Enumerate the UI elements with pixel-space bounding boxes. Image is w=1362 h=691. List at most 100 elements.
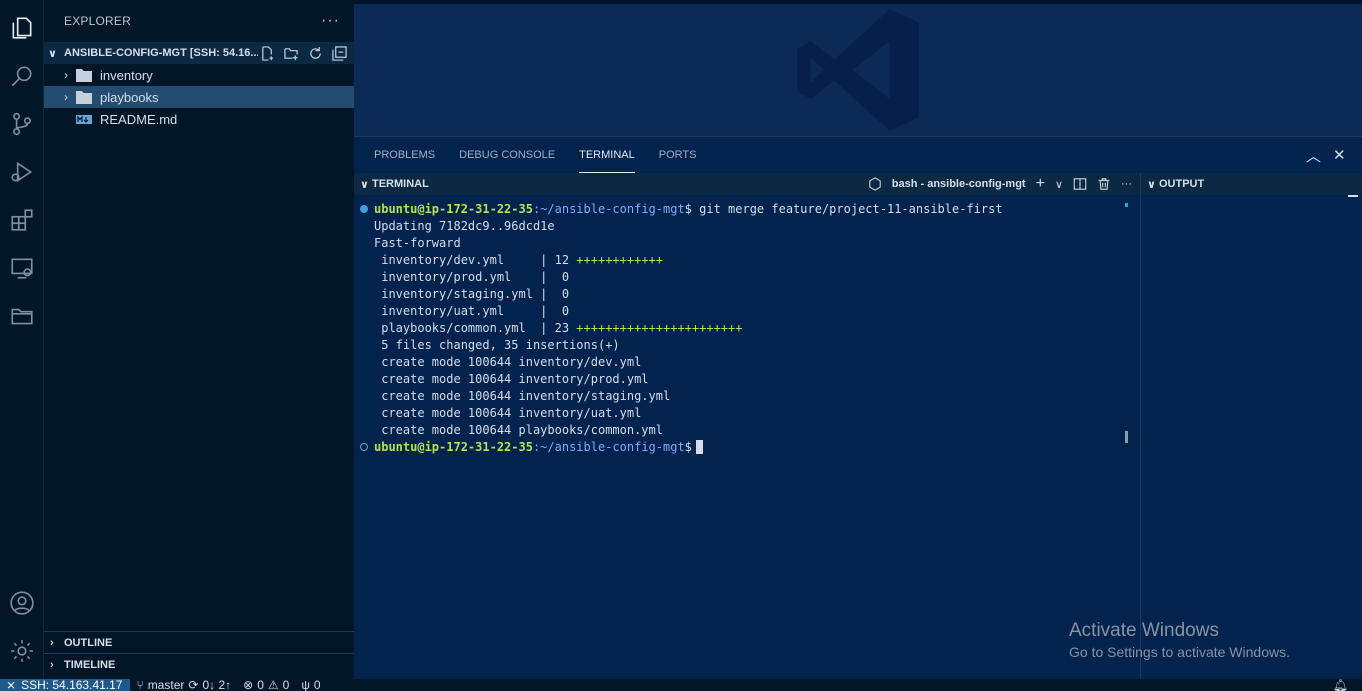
- chevron-down-icon[interactable]: ∨: [1141, 178, 1159, 191]
- explorer-title: EXPLORER: [64, 14, 131, 28]
- extensions-icon[interactable]: [6, 204, 38, 236]
- remote-indicator[interactable]: ⨯ SSH: 54.163.41.17: [0, 678, 131, 691]
- status-bar: ⨯ SSH: 54.163.41.17 ⑂ master ⟳ 0↓ 2↑ ⊗ 0…: [0, 678, 1362, 691]
- search-icon[interactable]: [6, 60, 38, 92]
- chevron-down-icon: ∨: [48, 47, 57, 60]
- terminal-shell-icon: [868, 177, 882, 191]
- output-header-label: OUTPUT: [1159, 178, 1205, 190]
- terminal-command-line: ubuntu@ip-172-31-22-35:~/ansible-config-…: [354, 201, 1124, 218]
- problems-indicator[interactable]: ⊗ 0 ⚠ 0: [237, 678, 295, 691]
- terminal-dropdown-icon[interactable]: ∨: [1055, 178, 1063, 191]
- timeline-section[interactable]: › TIMELINE: [44, 653, 354, 675]
- folder-icon[interactable]: [6, 300, 38, 332]
- tab-problems[interactable]: PROBLEMS: [374, 137, 435, 173]
- terminal-output-line: 5 files changed, 35 insertions(+): [374, 338, 620, 352]
- chevron-right-icon: ›: [50, 636, 54, 649]
- terminal-cursor: [695, 440, 703, 454]
- output-scrollbar[interactable]: [1348, 195, 1358, 197]
- maximize-panel-icon[interactable]: ︿: [1306, 137, 1321, 173]
- notifications-indicator[interactable]: 🔔︎: [1327, 678, 1362, 691]
- terminal-output-line: create mode 100644 inventory/prod.yml: [374, 372, 649, 386]
- terminal-shell-label[interactable]: bash - ansible-config-mgt: [892, 178, 1026, 190]
- panel-tabs: PROBLEMS DEBUG CONSOLE TERMINAL PORTS ︿ …: [354, 137, 1362, 173]
- account-icon[interactable]: [6, 587, 38, 619]
- watermark-title: Activate Windows: [1069, 620, 1219, 641]
- chevron-down-icon[interactable]: ∨: [354, 178, 372, 191]
- vscode-logo-watermark: [797, 9, 919, 131]
- folder-icon: [76, 90, 92, 104]
- terminal-header-label: TERMINAL: [372, 178, 429, 190]
- collapse-all-icon[interactable]: [330, 44, 348, 62]
- more-actions-icon[interactable]: ···: [1121, 178, 1132, 190]
- remote-icon: ⨯: [6, 678, 17, 691]
- terminal-output-line: create mode 100644 inventory/staging.yml: [374, 389, 671, 403]
- more-actions-icon[interactable]: ···: [321, 12, 340, 30]
- error-count: 0: [257, 678, 264, 691]
- branch-indicator[interactable]: ⑂ master ⟳ 0↓ 2↑: [130, 678, 237, 691]
- new-folder-icon[interactable]: [282, 44, 300, 62]
- antenna-icon: ψ: [301, 678, 310, 691]
- git-branch-icon: ⑂: [136, 678, 144, 691]
- diffstat-line: inventory/dev.yml | 12 ++++++++++++: [374, 253, 663, 267]
- files-icon[interactable]: [6, 12, 38, 44]
- terminal-section-header: ∨ TERMINAL bash - ansible-config-mgt + ∨…: [354, 173, 1140, 195]
- tab-debug-console[interactable]: DEBUG CONSOLE: [459, 137, 555, 173]
- run-debug-icon[interactable]: [6, 156, 38, 188]
- terminal-output-line: create mode 100644 inventory/dev.yml: [374, 355, 642, 369]
- activate-windows-watermark: Activate Windows Go to Settings to activ…: [1069, 620, 1290, 660]
- bell-icon: 🔔︎: [1332, 678, 1348, 691]
- refresh-icon[interactable]: [306, 44, 324, 62]
- markdown-file-icon: [76, 112, 92, 126]
- ports-count: 0: [313, 678, 321, 691]
- terminal-prompt-line: ubuntu@ip-172-31-22-35:~/ansible-config-…: [354, 439, 1124, 456]
- chevron-right-icon: ›: [64, 68, 68, 82]
- gear-icon[interactable]: [6, 635, 38, 667]
- new-terminal-icon[interactable]: +: [1036, 175, 1045, 193]
- sync-icon: ⟳: [188, 678, 199, 691]
- sync-status: 0↓ 2↑: [202, 678, 232, 691]
- scrollbar-marker: [1125, 203, 1128, 207]
- explorer-sidebar: EXPLORER ··· ∨ ANSIBLE-CONFIG-MGT [SSH: …: [44, 0, 354, 679]
- explorer-header: EXPLORER ···: [44, 0, 354, 42]
- command-success-icon[interactable]: [360, 205, 368, 213]
- tree-item-label: playbooks: [100, 89, 159, 105]
- remote-host-label: SSH: 54.163.41.17: [21, 678, 123, 691]
- terminal-output-line: create mode 100644 inventory/uat.yml: [374, 406, 642, 420]
- chevron-right-icon: ›: [64, 90, 68, 104]
- tree-item-inventory[interactable]: › inventory: [44, 64, 354, 86]
- tree-item-readme[interactable]: README.md: [44, 108, 354, 130]
- terminal-scrollbar[interactable]: [1125, 195, 1128, 680]
- scrollbar-thumb[interactable]: [1125, 431, 1128, 443]
- chevron-right-icon: ›: [50, 658, 54, 671]
- outline-section[interactable]: › OUTLINE: [44, 631, 354, 653]
- activity-bar: [0, 0, 44, 679]
- output-section-header: ∨ OUTPUT: [1140, 173, 1362, 195]
- workspace-folder-title: ANSIBLE-CONFIG-MGT [SSH: 54.16...: [64, 47, 258, 59]
- remote-explorer-icon[interactable]: [6, 252, 38, 284]
- close-panel-icon[interactable]: ✕: [1333, 137, 1346, 173]
- tree-item-label: inventory: [100, 67, 153, 83]
- terminal-output-line: create mode 100644 playbooks/common.yml: [374, 423, 663, 437]
- ports-indicator[interactable]: ψ 0: [295, 678, 326, 691]
- terminal-view[interactable]: ubuntu@ip-172-31-22-35:~/ansible-config-…: [354, 201, 1124, 671]
- tree-item-playbooks[interactable]: › playbooks: [44, 86, 354, 108]
- kill-terminal-icon[interactable]: [1097, 177, 1111, 191]
- error-icon: ⊗: [243, 678, 254, 691]
- workspace-folder-header[interactable]: ∨ ANSIBLE-CONFIG-MGT [SSH: 54.16...: [44, 42, 354, 64]
- command-pending-icon: [360, 443, 368, 451]
- diffstat-line: inventory/staging.yml | 0: [374, 287, 570, 301]
- output-view: [1140, 195, 1362, 680]
- source-control-icon[interactable]: [6, 108, 38, 140]
- bottom-panel: PROBLEMS DEBUG CONSOLE TERMINAL PORTS ︿ …: [354, 136, 1362, 680]
- warning-icon: ⚠: [267, 678, 279, 691]
- tab-terminal[interactable]: TERMINAL: [579, 137, 635, 173]
- editor-empty-area: [354, 4, 1362, 136]
- tab-ports[interactable]: PORTS: [659, 137, 697, 173]
- watermark-subtitle: Go to Settings to activate Windows.: [1069, 644, 1290, 660]
- outline-label: OUTLINE: [64, 636, 113, 649]
- split-terminal-icon[interactable]: [1073, 177, 1087, 191]
- tree-item-label: README.md: [100, 111, 178, 127]
- terminal-output-line: Fast-forward: [374, 236, 461, 250]
- diffstat-line: inventory/prod.yml | 0: [374, 270, 570, 284]
- new-file-icon[interactable]: [258, 44, 276, 62]
